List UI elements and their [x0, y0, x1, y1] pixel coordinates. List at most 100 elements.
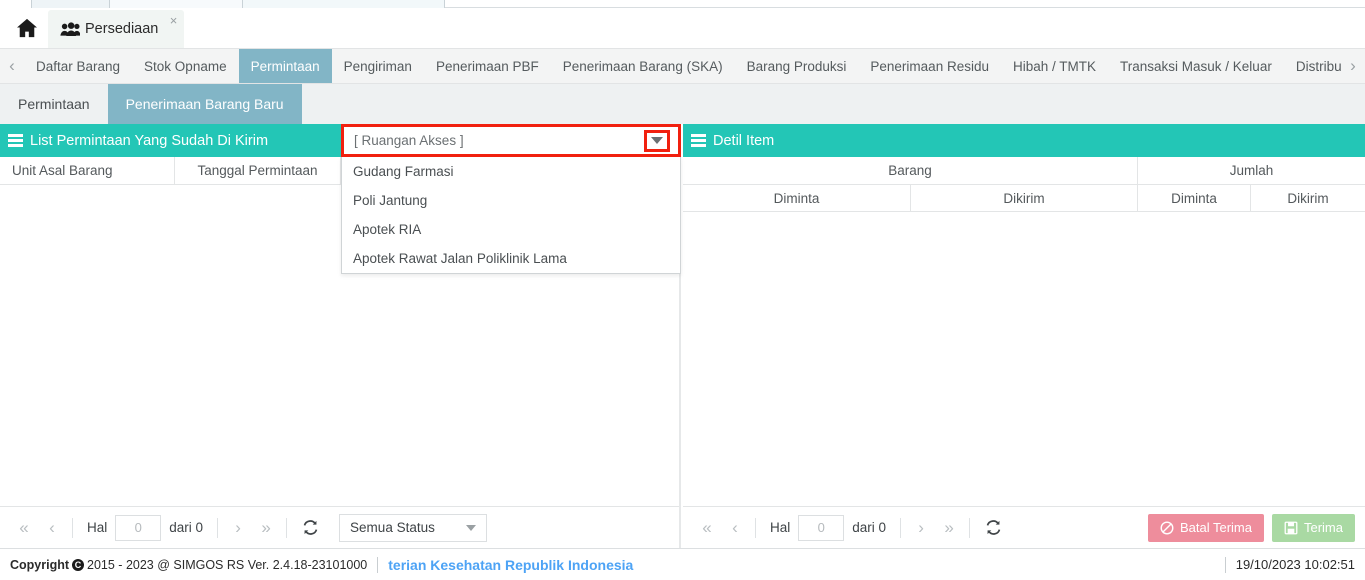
- content-area: List Permintaan Yang Sudah Di Kirim Unit…: [0, 124, 1365, 548]
- next-page-button[interactable]: ›: [224, 514, 252, 542]
- ruangan-akses-value: [ Ruangan Akses ]: [354, 133, 464, 148]
- divider: [217, 517, 219, 538]
- terima-label: Terima: [1303, 520, 1343, 535]
- column-header-tanggal-permintaan: Tanggal Permintaan: [175, 157, 341, 184]
- browser-strip-segment: [110, 0, 243, 8]
- main-navigation: ‹ Daftar Barang Stok Opname Permintaan Peng…: [0, 48, 1365, 84]
- footer-bar: Copyright C 2015 - 2023 @ SIMGOS RS Ver.…: [0, 548, 1365, 580]
- chevron-down-icon: [651, 137, 663, 144]
- page-number-input[interactable]: [115, 514, 162, 541]
- right-panel: Detil Item Barang Jumlah Diminta Dikirim…: [683, 124, 1365, 548]
- home-button[interactable]: [12, 14, 42, 42]
- copyright-text: 2015 - 2023 @ SIMGOS RS Ver. 2.4.18-2310…: [87, 557, 368, 572]
- prev-page-button[interactable]: ‹: [721, 514, 749, 542]
- copyright-label: Copyright: [10, 557, 70, 572]
- nav-item-daftar-barang[interactable]: Daftar Barang: [24, 49, 132, 83]
- nav-scroll-right-icon[interactable]: ›: [1341, 49, 1365, 83]
- ruangan-akses-option[interactable]: Apotek Rawat Jalan Poliklinik Lama: [342, 244, 680, 273]
- sub-navigation: Permintaan Penerimaan Barang Baru: [0, 84, 1365, 124]
- group-header-jumlah: Jumlah: [1229, 163, 1274, 178]
- nav-item-distribusi-barang[interactable]: Distribusi Barang: [1284, 49, 1341, 83]
- browser-chrome-strip: [0, 0, 1365, 8]
- divider: [72, 517, 73, 538]
- ruangan-akses-dropdown: [ Ruangan Akses ] Gudang Farmasi Poli Jan…: [341, 124, 681, 274]
- nav-scroll-left-icon[interactable]: ‹: [0, 49, 24, 83]
- batal-terima-label: Batal Terima: [1179, 520, 1252, 535]
- divider: [900, 517, 902, 538]
- nav-item-penerimaan-pbf[interactable]: Penerimaan PBF: [424, 49, 551, 83]
- app-tab-label: Persediaan: [85, 21, 159, 37]
- close-icon[interactable]: ×: [170, 14, 178, 27]
- nav-item-hibah-tmtk[interactable]: Hibah / TMTK: [1001, 49, 1108, 83]
- left-pagination-bar: « ‹ Hal dari 0 › »: [0, 506, 679, 548]
- home-icon: [17, 18, 37, 38]
- refresh-button[interactable]: [295, 514, 325, 542]
- next-page-button[interactable]: ›: [907, 514, 935, 542]
- nav-item-pengiriman[interactable]: Pengiriman: [332, 49, 424, 83]
- total-pages-label: dari 0: [852, 520, 887, 535]
- terima-button[interactable]: Terima: [1271, 513, 1355, 542]
- prev-page-button[interactable]: ‹: [38, 514, 66, 542]
- status-filter-value: Semua Status: [350, 520, 435, 535]
- page-label: Hal: [770, 520, 791, 535]
- ruangan-akses-option[interactable]: Poli Jantung: [342, 186, 680, 215]
- refresh-icon: [986, 520, 1000, 535]
- ruangan-akses-option[interactable]: Gudang Farmasi: [342, 157, 680, 186]
- last-page-button[interactable]: »: [935, 514, 963, 542]
- divider: [286, 517, 288, 538]
- sub-header-jumlah-dikirim: Dikirim: [1287, 190, 1329, 206]
- divider: [1224, 556, 1226, 573]
- ministry-label: terian Kesehatan Republik Indonesia: [388, 556, 634, 573]
- list-icon: [8, 134, 23, 147]
- total-pages-label: dari 0: [169, 520, 204, 535]
- app-tab-persediaan[interactable]: Persediaan ×: [48, 10, 185, 48]
- copyright-icon: C: [72, 558, 85, 571]
- last-page-button[interactable]: »: [252, 514, 280, 542]
- divider: [377, 556, 379, 573]
- page-number-input[interactable]: [798, 514, 845, 541]
- ruangan-akses-toggle-button[interactable]: [644, 129, 670, 152]
- sub-nav-item-penerimaan-barang-baru[interactable]: Penerimaan Barang Baru: [107, 84, 302, 124]
- app-tab-bar: Persediaan ×: [0, 8, 1365, 48]
- refresh-icon: [303, 520, 317, 535]
- divider: [755, 517, 756, 538]
- chevron-down-icon: [466, 524, 477, 531]
- nav-item-stok-opname[interactable]: Stok Opname: [132, 49, 239, 83]
- right-pagination-bar: « ‹ Hal dari 0 › »: [683, 506, 1365, 548]
- ruangan-akses-option[interactable]: Apotek RIA: [342, 215, 680, 244]
- nav-item-permintaan[interactable]: Permintaan: [238, 49, 332, 83]
- left-panel-title: List Permintaan Yang Sudah Di Kirim: [30, 132, 269, 149]
- sub-nav-item-permintaan[interactable]: Permintaan: [0, 84, 108, 124]
- right-panel-header: Detil Item: [683, 124, 1365, 157]
- page-label: Hal: [87, 520, 108, 535]
- right-table-group-header: Barang Jumlah: [683, 157, 1365, 185]
- refresh-button[interactable]: [978, 514, 1008, 542]
- ruangan-akses-option-list: Gudang Farmasi Poli Jantung Apotek RIA Apot…: [341, 157, 681, 274]
- batal-terima-button[interactable]: Batal Terima: [1147, 513, 1264, 542]
- nav-item-barang-produksi[interactable]: Barang Produksi: [735, 49, 859, 83]
- application-root: Persediaan × ‹ Daftar Barang Stok Opname P…: [0, 0, 1365, 580]
- browser-strip-segment: [0, 0, 32, 8]
- divider: [969, 517, 971, 538]
- right-table-sub-header: Diminta Dikirim Diminta Dikirim: [683, 185, 1365, 212]
- first-page-button[interactable]: «: [693, 514, 721, 542]
- nav-item-penerimaan-barang-ska[interactable]: Penerimaan Barang (SKA): [551, 49, 735, 83]
- first-page-button[interactable]: «: [10, 514, 38, 542]
- right-table-body: [683, 212, 1365, 506]
- main-nav-items: Daftar Barang Stok Opname Permintaan Pengir…: [24, 49, 1341, 83]
- browser-strip-segment: [32, 0, 110, 8]
- nav-item-penerimaan-residu[interactable]: Penerimaan Residu: [858, 49, 1001, 83]
- right-panel-title: Detil Item: [713, 132, 775, 149]
- group-header-barang: Barang: [683, 157, 1138, 184]
- list-icon: [691, 134, 706, 147]
- sub-header-barang-diminta: Diminta: [683, 185, 911, 211]
- save-icon: [1284, 521, 1298, 534]
- sub-header-barang-dikirim: Dikirim: [911, 185, 1138, 211]
- ban-icon: [1160, 521, 1174, 534]
- nav-item-transaksi-masuk-keluar[interactable]: Transaksi Masuk / Keluar: [1108, 49, 1284, 83]
- status-filter-select[interactable]: Semua Status: [339, 513, 488, 542]
- column-header-unit-asal-barang: Unit Asal Barang: [0, 157, 175, 184]
- footer-timestamp: 19/10/2023 10:02:51: [1235, 557, 1355, 572]
- users-icon: [60, 21, 80, 36]
- ruangan-akses-select[interactable]: [ Ruangan Akses ]: [341, 124, 681, 157]
